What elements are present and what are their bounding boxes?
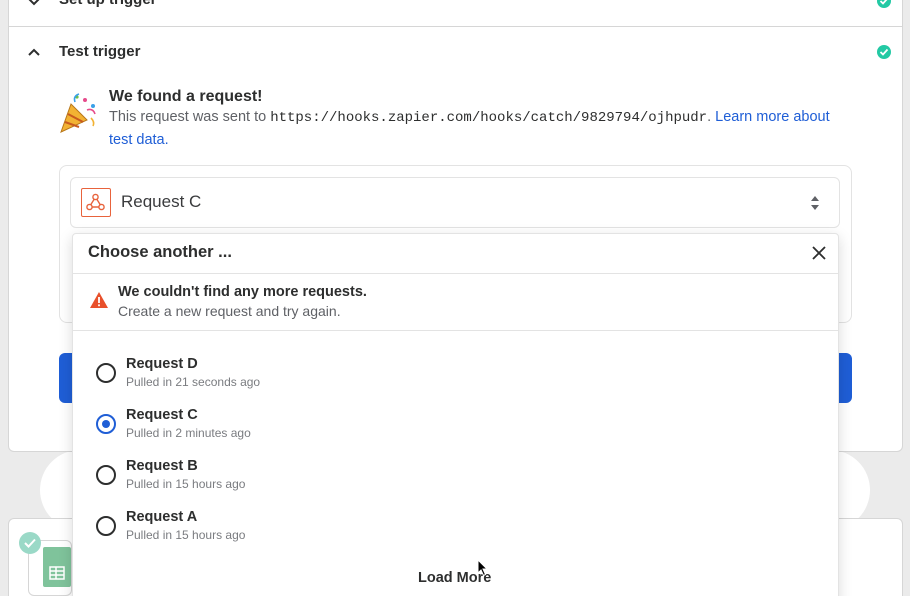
popup-title: Choose another ... xyxy=(88,243,232,261)
test-trigger-title[interactable]: Test trigger xyxy=(59,43,140,60)
continue-button-right-edge[interactable] xyxy=(838,353,852,403)
option-label: Request D xyxy=(126,356,198,372)
select-sort-icon[interactable] xyxy=(809,194,821,212)
mouse-cursor-icon xyxy=(477,559,489,577)
option-label: Request C xyxy=(126,407,198,423)
radio-button-selected[interactable] xyxy=(96,414,116,434)
continue-button-left-edge[interactable] xyxy=(59,353,73,403)
found-request-text: This request was sent to https://hooks.z… xyxy=(109,106,849,151)
warning-icon xyxy=(90,292,108,308)
setup-trigger-title[interactable]: Set up trigger xyxy=(59,0,157,8)
popup-divider xyxy=(72,330,839,331)
chevron-up-icon[interactable] xyxy=(26,44,42,60)
radio-button[interactable] xyxy=(96,516,116,536)
option-subtext: Pulled in 15 hours ago xyxy=(126,528,246,542)
test-complete-check-icon xyxy=(877,45,891,59)
setup-complete-check-icon xyxy=(877,0,891,8)
warning-text: Create a new request and try again. xyxy=(118,303,341,319)
option-label: Request B xyxy=(126,458,198,474)
webhook-icon xyxy=(81,188,111,217)
google-sheets-icon xyxy=(43,547,71,587)
webhook-url: https://hooks.zapier.com/hooks/catch/982… xyxy=(270,110,708,126)
section-divider xyxy=(9,26,902,27)
warning-title: We couldn't find any more requests. xyxy=(118,284,367,300)
chevron-down-icon[interactable] xyxy=(26,0,42,10)
close-icon[interactable] xyxy=(810,244,828,262)
option-label: Request A xyxy=(126,509,198,525)
selected-request-label: Request C xyxy=(121,192,202,211)
popup-divider xyxy=(72,273,839,274)
option-subtext: Pulled in 21 seconds ago xyxy=(126,375,261,389)
found-text-prefix: This request was sent to xyxy=(109,109,267,125)
radio-button[interactable] xyxy=(96,363,116,383)
found-request-title: We found a request! xyxy=(109,88,263,105)
option-subtext: Pulled in 2 minutes ago xyxy=(126,426,251,440)
radio-button[interactable] xyxy=(96,465,116,485)
party-popper-icon xyxy=(60,93,96,133)
option-subtext: Pulled in 15 hours ago xyxy=(126,477,246,491)
action-complete-check-icon xyxy=(19,532,41,554)
found-text-period: . xyxy=(707,109,712,125)
